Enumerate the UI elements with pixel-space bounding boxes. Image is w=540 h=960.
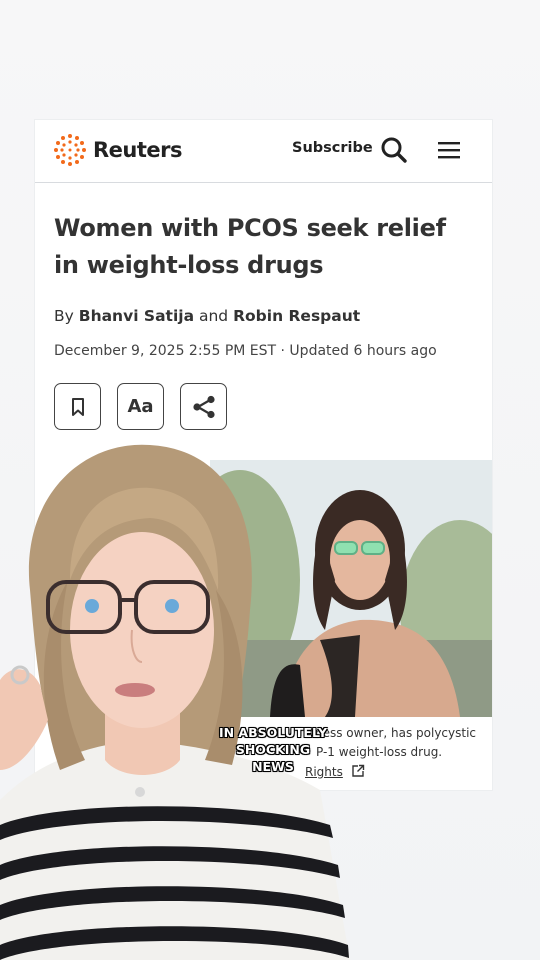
reuters-logo[interactable]: Reuters [53, 132, 183, 168]
search-icon[interactable] [380, 136, 408, 164]
video-caption: IN ABSOLUTELY SHOCKING NEWS [214, 724, 332, 775]
share-button[interactable] [180, 383, 227, 430]
text-size-label: Aa [127, 396, 154, 417]
author-link[interactable]: Bhanvi Satija [79, 307, 194, 325]
video-caption-line: IN ABSOLUTELY [218, 725, 328, 740]
byline: By Bhanvi Satija and Robin Respaut [54, 307, 360, 325]
share-icon [192, 395, 215, 418]
byline-prefix: By [54, 307, 74, 325]
brand-name: Reuters [93, 138, 183, 162]
text-size-button[interactable]: Aa [117, 383, 164, 430]
article-headline: Women with PCOS seek relief in weight-lo… [54, 214, 446, 279]
video-frame: Reuters Subscribe Women with PCOS seek r… [0, 0, 540, 960]
author-link[interactable]: Robin Respaut [233, 307, 360, 325]
bookmark-button[interactable] [54, 383, 101, 430]
bookmark-icon [71, 397, 84, 416]
video-caption-line: SHOCKING NEWS [235, 742, 311, 774]
presenter-overlay [0, 444, 350, 960]
reuters-logo-icon [54, 134, 86, 166]
menu-icon[interactable] [437, 140, 461, 160]
article-dateline: December 9, 2025 2:55 PM EST · Updated 6… [54, 343, 437, 359]
byline-conjunction: and [198, 307, 229, 325]
subscribe-link[interactable]: Subscribe [292, 140, 373, 156]
site-header: Reuters Subscribe [35, 120, 492, 183]
